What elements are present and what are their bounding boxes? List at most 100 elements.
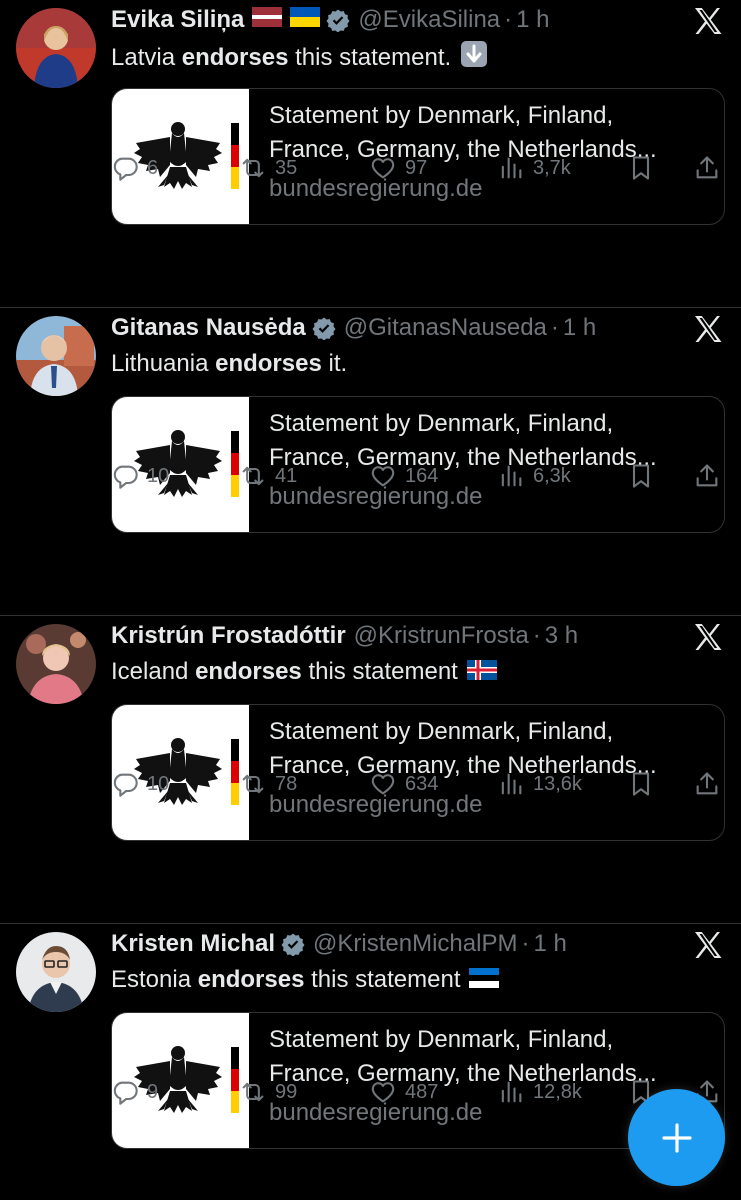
reply-icon — [113, 773, 138, 797]
share-button[interactable] — [693, 458, 721, 494]
repost-count: 99 — [275, 1080, 298, 1103]
avatar[interactable] — [16, 932, 96, 1012]
x-logo-icon — [693, 314, 723, 344]
views-button[interactable]: 12,8k — [497, 1074, 582, 1110]
bookmark-button[interactable] — [627, 458, 655, 494]
author-handle[interactable]: @KristrunFrosta — [354, 622, 529, 650]
ukraine-flag-icon — [290, 6, 321, 34]
tweet[interactable]: Gitanas Nausėda @GitanasNauseda · 1 h Li… — [0, 308, 741, 616]
tweet-text-part: Lithuania — [111, 350, 216, 377]
tweet-header: Kristrún Frostadóttir @KristrunFrosta · … — [111, 620, 578, 652]
view-count: 3,7k — [533, 156, 571, 179]
timestamp[interactable]: 1 h — [563, 314, 596, 342]
like-count: 164 — [405, 464, 439, 487]
repost-icon — [242, 774, 264, 794]
timestamp[interactable]: 1 h — [516, 6, 549, 34]
share-button[interactable] — [693, 766, 721, 802]
action-bar: 6 35 97 3,7k — [111, 150, 721, 186]
repost-count: 35 — [275, 156, 298, 179]
views-icon — [501, 157, 522, 179]
separator-dot: · — [550, 314, 559, 341]
like-button[interactable]: 97 — [369, 150, 427, 186]
x-logo-icon — [693, 622, 723, 652]
author-name[interactable]: Evika Siliņa — [111, 6, 244, 34]
author-name[interactable]: Gitanas Nausėda — [111, 314, 306, 342]
verified-badge-icon[interactable] — [281, 932, 305, 957]
plus-icon — [661, 1122, 692, 1153]
heart-icon — [371, 158, 395, 179]
tweet-text-bold: endorses — [181, 43, 289, 71]
tweet-text-part: this statement — [304, 966, 468, 993]
compose-button[interactable] — [628, 1089, 725, 1186]
like-count: 634 — [405, 772, 439, 795]
reply-button[interactable]: 10 — [111, 458, 169, 494]
views-icon — [501, 465, 522, 487]
timestamp[interactable]: 3 h — [545, 622, 578, 650]
share-icon — [696, 156, 718, 179]
author-handle[interactable]: @KristenMichalPM — [313, 930, 517, 958]
card-title-line: Statement by Denmark, Finland, — [269, 718, 614, 745]
author-name[interactable]: Kristen Michal — [111, 930, 275, 958]
reply-icon — [113, 157, 138, 181]
reply-button[interactable]: 10 — [111, 766, 169, 802]
tweet-text-part: Iceland — [111, 658, 196, 685]
views-button[interactable]: 6,3k — [497, 458, 571, 494]
repost-button[interactable]: 35 — [239, 150, 297, 186]
repost-button[interactable]: 78 — [239, 766, 297, 802]
author-handle[interactable]: @EvikaSilina — [358, 6, 500, 34]
tweet[interactable]: Kristen Michal @KristenMichalPM · 1 h Es… — [0, 924, 741, 1200]
tweet-header: Kristen Michal @KristenMichalPM · 1 h — [111, 928, 567, 960]
iceland-flag-icon — [466, 657, 497, 689]
tweet[interactable]: Evika Siliņa @EvikaSilina · 1 h Latvia e… — [0, 0, 741, 308]
reply-button[interactable]: 9 — [111, 1074, 158, 1110]
share-icon — [696, 772, 718, 795]
like-count: 97 — [405, 156, 428, 179]
tweet-text-part: this statement. — [288, 43, 458, 71]
timestamp[interactable]: 1 h — [533, 930, 566, 958]
reply-count: 10 — [147, 464, 170, 487]
tweet-text: Iceland endorses this statement — [111, 656, 497, 689]
views-button[interactable]: 13,6k — [497, 766, 582, 802]
repost-button[interactable]: 99 — [239, 1074, 297, 1110]
avatar[interactable] — [16, 624, 96, 704]
author-handle[interactable]: @GitanasNauseda — [344, 314, 547, 342]
tweet-text-part: this statement — [301, 658, 465, 685]
heart-icon — [371, 774, 395, 795]
bookmark-icon — [632, 464, 650, 488]
avatar[interactable] — [16, 8, 96, 88]
bookmark-button[interactable] — [627, 150, 655, 186]
repost-count: 41 — [275, 464, 298, 487]
tweet-header: Evika Siliņa @EvikaSilina · 1 h — [111, 4, 550, 36]
tweet[interactable]: Kristrún Frostadóttir @KristrunFrosta · … — [0, 616, 741, 924]
tweet-text: Estonia endorses this statement — [111, 964, 500, 997]
like-button[interactable]: 164 — [369, 458, 438, 494]
repost-icon — [242, 1082, 264, 1102]
like-button[interactable]: 487 — [369, 1074, 438, 1110]
repost-button[interactable]: 41 — [239, 458, 297, 494]
views-icon — [501, 1081, 522, 1103]
reply-count: 9 — [147, 1080, 159, 1103]
verified-badge-icon[interactable] — [312, 316, 336, 341]
bookmark-button[interactable] — [627, 766, 655, 802]
avatar[interactable] — [16, 316, 96, 396]
reply-button[interactable]: 6 — [111, 150, 158, 186]
verified-badge-icon[interactable] — [326, 8, 350, 33]
down-arrow-emoji-icon — [460, 40, 488, 77]
separator-dot: · — [532, 622, 541, 649]
like-button[interactable]: 634 — [369, 766, 438, 802]
bookmark-icon — [632, 772, 650, 796]
share-button[interactable] — [693, 150, 721, 186]
repost-icon — [242, 466, 264, 486]
action-bar: 9 99 487 12,8k — [111, 1074, 721, 1110]
reply-icon — [113, 1081, 138, 1105]
author-name[interactable]: Kristrún Frostadóttir — [111, 622, 346, 650]
separator-dot: · — [504, 6, 513, 33]
views-button[interactable]: 3,7k — [497, 150, 571, 186]
view-count: 12,8k — [533, 1080, 582, 1103]
tweet-text-part: Estonia — [111, 966, 198, 993]
tweet-text: Latvia endorses this statement. — [111, 40, 488, 77]
x-logo-icon — [693, 930, 723, 960]
reply-count: 6 — [147, 156, 159, 179]
views-icon — [501, 773, 522, 795]
heart-icon — [371, 1082, 395, 1103]
